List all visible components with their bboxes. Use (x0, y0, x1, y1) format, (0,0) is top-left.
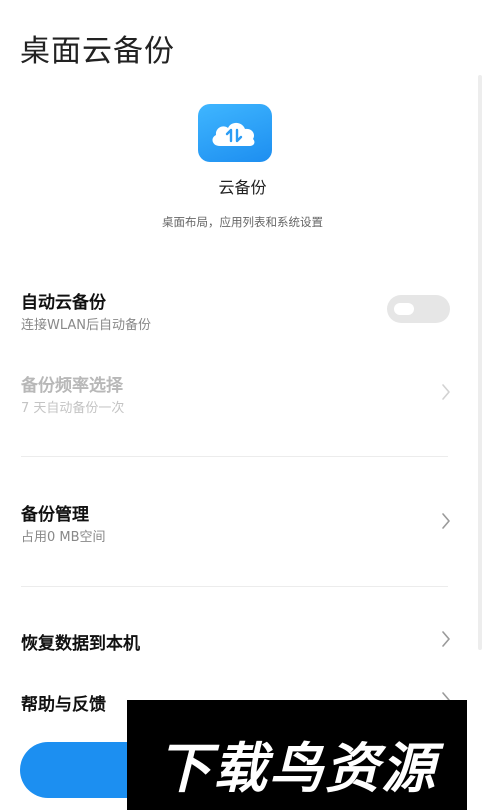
cloud-sync-icon (212, 122, 255, 146)
restore-title: 恢复数据到本机 (21, 634, 140, 654)
backup-frequency-title: 备份频率选择 (21, 376, 123, 396)
watermark-overlay: 下载鸟资源 (127, 700, 467, 810)
app-name: 云备份 (218, 178, 267, 197)
chevron-right-icon (442, 631, 450, 647)
toggle-knob (394, 303, 414, 315)
divider (21, 456, 448, 457)
chevron-right-icon (442, 513, 450, 529)
page-title: 桌面云备份 (20, 34, 175, 69)
watermark-text: 下载鸟资源 (157, 737, 437, 800)
scrollbar[interactable] (478, 75, 482, 650)
backup-manage-subtitle: 占用0 MB空间 (21, 530, 106, 545)
divider (21, 586, 448, 587)
auto-backup-title: 自动云备份 (21, 293, 106, 313)
help-title: 帮助与反馈 (21, 695, 106, 715)
chevron-right-icon (442, 384, 450, 400)
auto-backup-toggle[interactable] (387, 295, 450, 323)
backup-frequency-subtitle: 7 天自动备份一次 (21, 401, 125, 416)
app-icon (198, 104, 272, 162)
auto-backup-subtitle: 连接WLAN后自动备份 (21, 318, 152, 333)
backup-manage-title: 备份管理 (21, 505, 89, 525)
app-description: 桌面布局，应用列表和系统设置 (162, 215, 323, 229)
